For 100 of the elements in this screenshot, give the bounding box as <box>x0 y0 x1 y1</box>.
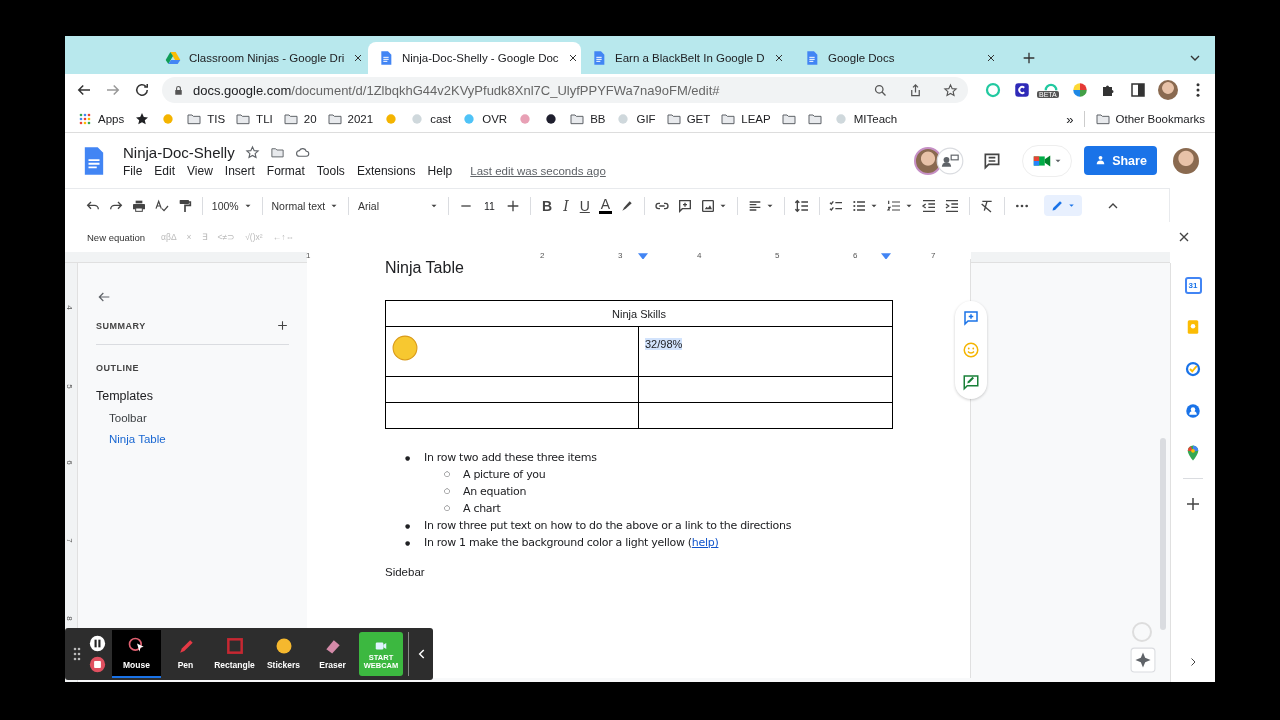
side-panel-icon[interactable] <box>1129 81 1147 99</box>
scrollbar[interactable] <box>1160 438 1166 630</box>
recorder-tool[interactable]: Rectangle <box>210 630 259 678</box>
ruler-number: 5 <box>65 384 74 389</box>
folder-icon[interactable] <box>235 111 252 127</box>
folder-icon[interactable] <box>569 111 586 127</box>
bookmark[interactable]: TLI <box>256 113 273 125</box>
star-icon[interactable] <box>943 82 958 98</box>
folder-icon[interactable] <box>665 111 682 127</box>
avatar[interactable] <box>1173 147 1199 174</box>
summary-heading: SUMMARY <box>96 320 146 331</box>
style-dropdown[interactable]: Normal text <box>271 199 340 212</box>
add-icon[interactable] <box>1184 495 1202 513</box>
star-icon[interactable] <box>134 111 151 127</box>
font-dropdown[interactable]: Arial <box>358 199 439 212</box>
underline-button[interactable]: U <box>577 197 592 214</box>
bookmark[interactable]: GET <box>686 113 711 125</box>
menu-item[interactable]: Insert <box>224 163 255 178</box>
browser-tab[interactable]: Google Docs <box>794 42 1007 74</box>
bookmark[interactable]: 2021 <box>347 113 374 125</box>
folder-icon[interactable] <box>780 111 797 127</box>
add-comment-icon[interactable] <box>677 197 693 214</box>
paint-format-icon[interactable] <box>177 197 193 214</box>
tasks-icon[interactable] <box>1184 360 1202 378</box>
avatar[interactable] <box>1158 80 1178 100</box>
apps-icon[interactable] <box>77 111 93 127</box>
color-wheel-icon[interactable] <box>1071 81 1089 99</box>
star-icon[interactable] <box>244 144 260 160</box>
reload-icon[interactable] <box>133 81 151 99</box>
italic-button[interactable]: I <box>561 197 571 214</box>
image-icon[interactable] <box>700 197 716 214</box>
avatar[interactable] <box>914 146 942 175</box>
menu-item[interactable]: Help <box>427 163 453 178</box>
line-spacing-icon[interactable] <box>793 197 810 214</box>
last-edit-link[interactable]: Last edit was seconds ago <box>470 164 606 177</box>
docs-logo-icon[interactable] <box>83 145 105 176</box>
help-link[interactable]: help) <box>691 536 719 549</box>
share-button[interactable]: Share <box>1084 146 1157 175</box>
bookmark[interactable]: Apps <box>98 113 125 125</box>
new-tab-icon[interactable] <box>1021 50 1037 66</box>
drag-handle-icon[interactable] <box>73 646 81 662</box>
bookmark[interactable]: LEAP <box>741 113 771 125</box>
document-heading: Ninja Table <box>385 259 465 277</box>
menu-item[interactable]: Extensions <box>356 163 416 178</box>
more-bookmarks[interactable]: » <box>1066 111 1074 127</box>
folder-icon[interactable] <box>282 111 299 127</box>
spellcheck-icon[interactable] <box>154 197 170 214</box>
font-size-field[interactable]: 11 <box>480 199 499 212</box>
c-letter-icon[interactable] <box>1013 81 1031 99</box>
people-icon[interactable] <box>936 146 964 175</box>
add-comment-icon[interactable] <box>962 309 980 327</box>
recorder-tool[interactable]: Mouse <box>112 630 161 678</box>
menu-item[interactable]: Tools <box>316 163 345 178</box>
new-equation-button[interactable]: New equation <box>87 231 146 243</box>
recorder-tool[interactable]: Eraser <box>308 630 357 678</box>
increase-indent-icon[interactable] <box>944 197 961 214</box>
stop-icon[interactable] <box>89 656 106 673</box>
editing-mode-button[interactable] <box>1044 195 1083 216</box>
recorder-tool[interactable]: Stickers <box>259 630 308 678</box>
contacts-icon[interactable] <box>1184 402 1202 420</box>
menu-item[interactable]: Edit <box>154 163 176 178</box>
folder-icon[interactable] <box>186 111 203 127</box>
folder-icon[interactable] <box>326 111 343 127</box>
recorder-tool[interactable]: Pen <box>161 630 210 678</box>
search-icon[interactable] <box>873 82 888 98</box>
outline-item[interactable]: Templates <box>96 389 153 403</box>
bookmark[interactable]: 20 <box>303 113 317 125</box>
pause-icon[interactable] <box>89 635 106 652</box>
decrease-indent-icon[interactable] <box>921 197 938 214</box>
menu-item[interactable]: View <box>187 163 213 178</box>
outline-item[interactable]: Ninja Table <box>109 433 166 445</box>
browser-tab[interactable]: Classroom Ninjas - Google Dri <box>155 42 368 74</box>
zoom-dropdown[interactable]: 100% <box>211 199 253 212</box>
document-title[interactable]: Ninja-Doc-Shelly <box>123 143 235 161</box>
add-icon[interactable] <box>276 319 289 332</box>
bookmark[interactable]: OVR <box>482 113 508 125</box>
folder-icon[interactable] <box>720 111 737 127</box>
bookmark[interactable]: cast <box>430 113 452 125</box>
bookmark[interactable]: BB <box>590 113 606 125</box>
outline-heading: OUTLINE <box>96 363 140 373</box>
explore-icon[interactable] <box>1130 647 1156 673</box>
bold-button[interactable]: B <box>540 197 555 214</box>
folder-icon[interactable] <box>1094 111 1111 127</box>
menu-item[interactable]: File <box>123 163 143 178</box>
address-field[interactable]: docs.google.com/document/d/1ZlbqkhG44v2KVyPfudk8Xnl7C_UlyfPPYFWa7na9oFM/edit# <box>162 77 968 103</box>
bookmark[interactable]: MITeach <box>853 113 898 125</box>
folder-icon[interactable] <box>806 111 823 127</box>
calendar-icon[interactable]: 31 <box>1184 277 1202 294</box>
bookmark[interactable]: GIF <box>636 113 656 125</box>
share-icon[interactable] <box>908 82 923 98</box>
outline-item[interactable]: Toolbar <box>109 412 147 424</box>
text-color-button[interactable]: A <box>598 197 613 214</box>
browser-tab[interactable]: Ninja-Doc-Shelly - Google Doc <box>368 42 581 74</box>
close-icon[interactable] <box>985 52 997 64</box>
browser-tab[interactable]: Earn a BlackBelt In Google D <box>581 42 794 74</box>
bookmark[interactable]: Other Bookmarks <box>1115 113 1205 125</box>
ruler-number: 3 <box>618 251 623 260</box>
bookmark[interactable]: TIS <box>207 113 226 125</box>
suggest-edit-icon[interactable] <box>962 373 980 391</box>
menu-item[interactable]: Format <box>266 163 305 178</box>
